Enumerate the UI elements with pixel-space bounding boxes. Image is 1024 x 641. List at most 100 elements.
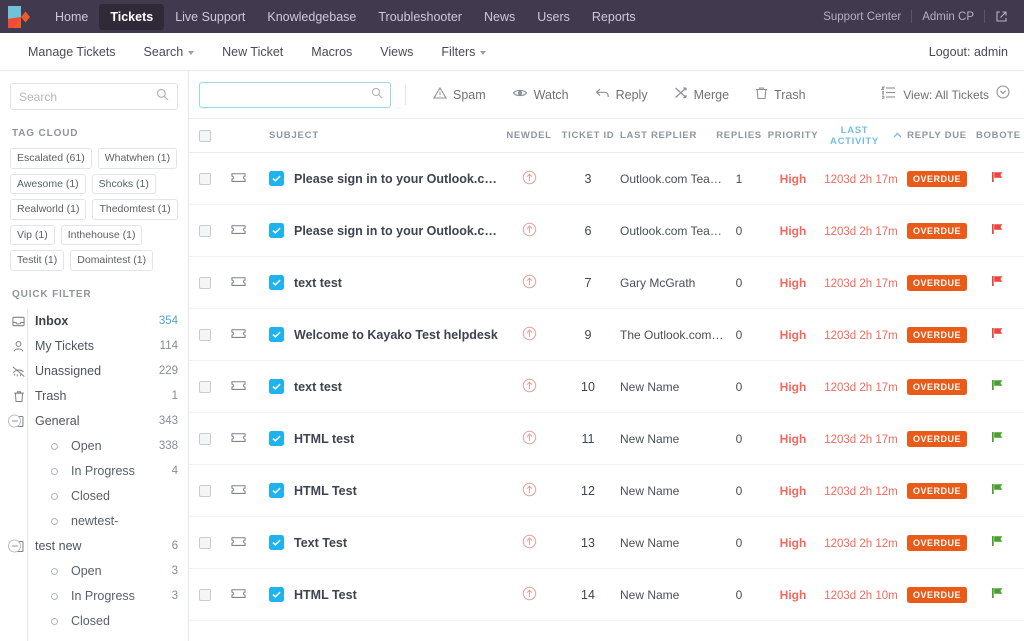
column-header-reply-due[interactable]: REPLY DUE [902,130,972,141]
row-checkbox[interactable] [199,433,211,445]
table-row[interactable]: HTML test11New Name0High1203d 2h 17mOVER… [189,413,1024,465]
ticket-subject-link[interactable]: HTML Test [294,588,357,602]
flag-icon[interactable] [991,534,1005,551]
status-checkbox[interactable] [269,171,284,186]
external-link-icon[interactable] [985,10,1010,23]
escalate-arrow-icon[interactable] [522,586,537,604]
escalate-arrow-icon[interactable] [522,326,537,344]
subnav-manage-tickets[interactable]: Manage Tickets [14,45,130,59]
sidebar-item-unassigned[interactable]: Unassigned229 [10,359,178,384]
sidebar-item-test-new[interactable]: test new6 [10,534,178,559]
column-header-newdel[interactable]: NEWDEL [498,130,560,141]
ticket-subject-link[interactable]: Welcome to Kayako Test helpdesk [294,328,498,342]
tag-item[interactable]: Awesome (1) [10,174,86,195]
subnav-search[interactable]: Search [130,45,209,59]
flag-icon[interactable] [991,326,1005,343]
nav-item-users[interactable]: Users [526,4,581,30]
tag-item[interactable]: Whatwhen (1) [98,148,177,169]
row-checkbox[interactable] [199,329,211,341]
spam-button[interactable]: Spam [420,86,499,103]
column-header-replies[interactable]: REPLIES [712,130,766,141]
sidebar-search[interactable] [10,83,178,110]
row-checkbox[interactable] [199,173,211,185]
ticket-subject-link[interactable]: Text Test [294,536,347,550]
nav-item-troubleshooter[interactable]: Troubleshooter [367,4,473,30]
escalate-arrow-icon[interactable] [522,534,537,552]
flag-icon[interactable] [991,430,1005,447]
sidebar-item-open[interactable]: Open3 [10,559,178,584]
row-checkbox[interactable] [199,225,211,237]
status-checkbox[interactable] [269,587,284,602]
select-all-checkbox[interactable] [199,130,211,142]
sidebar-item-newtest[interactable]: newtest- [10,509,178,534]
sidebar-item-closed[interactable]: Closed [10,609,178,634]
table-row[interactable]: Please sign in to your Outlook.com ac…6O… [189,205,1024,257]
tag-item[interactable]: Domaintest (1) [70,250,153,271]
subnav-filters[interactable]: Filters [427,45,500,59]
table-row[interactable]: HTML Test12New Name0High1203d 2h 12mOVER… [189,465,1024,517]
ticket-subject-link[interactable]: HTML test [294,432,354,446]
ticket-search-input[interactable] [207,88,371,102]
sidebar-item-in-progress[interactable]: In Progress3 [10,584,178,609]
column-header-subject[interactable]: SUBJECT [255,130,498,141]
sidebar-item-newtest[interactable]: newtest- [10,634,178,641]
view-selector[interactable]: View: All Tickets [881,85,1010,104]
tag-item[interactable]: Realworld (1) [10,199,86,220]
escalate-arrow-icon[interactable] [522,430,537,448]
column-header-last-replier[interactable]: LAST REPLIER [616,130,712,141]
table-row[interactable]: Welcome to Kayako Test helpdesk9The Outl… [189,309,1024,361]
escalate-arrow-icon[interactable] [522,482,537,500]
ticket-subject-link[interactable]: Please sign in to your Outlook.com ac… [294,224,498,238]
table-row[interactable]: text test10New Name0High1203d 2h 17mOVER… [189,361,1024,413]
collapse-toggle-icon[interactable] [8,415,21,428]
tag-item[interactable]: Shcoks (1) [92,174,156,195]
sidebar-item-general[interactable]: General343 [10,409,178,434]
nav-item-tickets[interactable]: Tickets [99,4,164,30]
status-checkbox[interactable] [269,483,284,498]
collapse-toggle-icon[interactable] [8,540,21,553]
merge-button[interactable]: Merge [661,86,742,103]
column-header-priority[interactable]: PRIORITY [766,130,820,141]
sidebar-item-trash[interactable]: Trash1 [10,384,178,409]
subnav-views[interactable]: Views [366,45,427,59]
tag-item[interactable]: Inthehouse (1) [61,225,143,246]
watch-button[interactable]: Watch [499,86,582,103]
subnav-macros[interactable]: Macros [297,45,366,59]
nav-item-home[interactable]: Home [44,4,99,30]
nav-item-live-support[interactable]: Live Support [164,4,256,30]
table-row[interactable]: Please sign in to your Outlook.com ac…3O… [189,153,1024,205]
escalate-arrow-icon[interactable] [522,222,537,240]
column-header-ticket-id[interactable]: TICKET ID [560,130,616,141]
nav-item-knowledgebase[interactable]: Knowledgebase [256,4,367,30]
nav-item-news[interactable]: News [473,4,526,30]
tag-item[interactable]: Vip (1) [10,225,55,246]
column-header-bobote[interactable]: BOBOTE [972,130,1024,141]
sidebar-item-inbox[interactable]: Inbox354 [10,309,178,334]
row-checkbox[interactable] [199,589,211,601]
ticket-subject-link[interactable]: HTML Test [294,484,357,498]
flag-icon[interactable] [991,482,1005,499]
ticket-subject-link[interactable]: text test [294,380,342,394]
status-checkbox[interactable] [269,223,284,238]
row-checkbox[interactable] [199,277,211,289]
escalate-arrow-icon[interactable] [522,274,537,292]
sidebar-item-closed[interactable]: Closed [10,484,178,509]
tag-item[interactable]: Escalated (61) [10,148,92,169]
ticket-search-box[interactable] [199,82,391,108]
kayako-logo[interactable] [8,6,30,28]
row-checkbox[interactable] [199,537,211,549]
reply-button[interactable]: Reply [582,86,661,103]
row-checkbox[interactable] [199,485,211,497]
column-header-last-activity[interactable]: LAST ACTIVITY [820,125,902,147]
support-center-link[interactable]: Support Center [813,11,911,23]
flag-icon[interactable] [991,274,1005,291]
flag-icon[interactable] [991,378,1005,395]
tag-item[interactable]: Testit (1) [10,250,64,271]
sidebar-search-input[interactable] [19,90,156,104]
status-checkbox[interactable] [269,535,284,550]
status-checkbox[interactable] [269,327,284,342]
escalate-arrow-icon[interactable] [522,378,537,396]
table-row[interactable]: Text Test13New Name0High1203d 2h 12mOVER… [189,517,1024,569]
trash-button[interactable]: Trash [742,86,819,103]
nav-item-reports[interactable]: Reports [581,4,647,30]
